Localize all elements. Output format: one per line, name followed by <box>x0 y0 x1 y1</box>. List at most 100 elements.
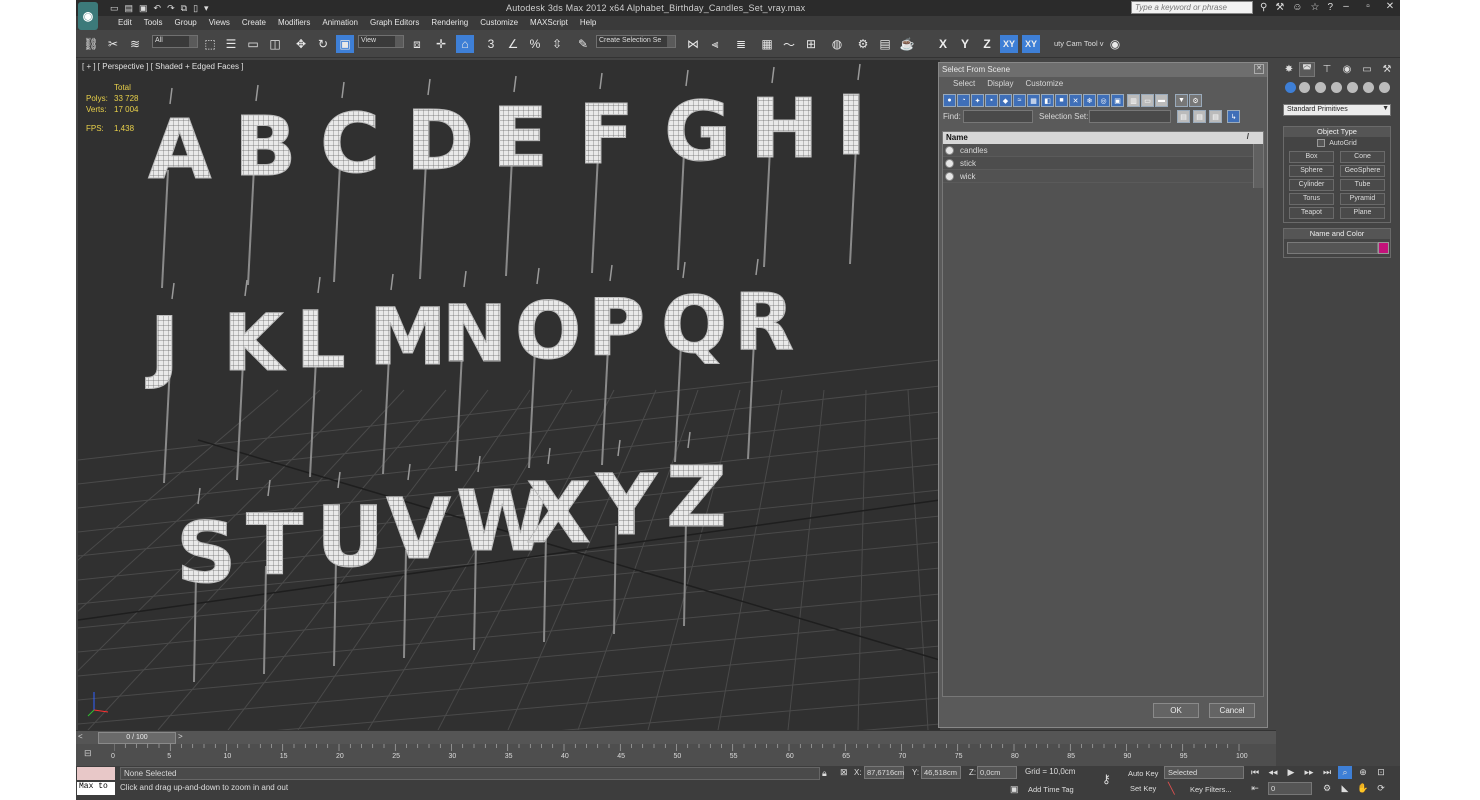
dialog-close-icon[interactable]: ✕ <box>1254 64 1264 74</box>
object-type-header[interactable]: Object Type <box>1284 127 1390 137</box>
minimize-button[interactable]: – <box>1334 1 1358 14</box>
time-prev-icon[interactable]: < <box>78 732 83 741</box>
selection-set-remove-icon[interactable]: ▤ <box>1193 110 1206 123</box>
shapes-icon[interactable] <box>1299 82 1310 93</box>
binoculars-icon[interactable]: ⚲ <box>1260 2 1267 13</box>
align-icon[interactable]: ⫷ <box>706 35 724 53</box>
systems-icon[interactable] <box>1379 82 1390 93</box>
display-lights-icon[interactable]: ✦ <box>971 94 984 107</box>
keyboard-shortcut-override-icon[interactable]: ⌂ <box>456 35 474 53</box>
geosphere-button[interactable]: GeoSphere <box>1340 165 1385 177</box>
percent-snap-icon[interactable]: % <box>526 35 544 53</box>
y-coord-input[interactable]: 46,518cm <box>921 766 961 779</box>
rotate-icon[interactable]: ↻ <box>314 35 332 53</box>
autogrid-checkbox[interactable]: AutoGrid <box>1284 137 1390 149</box>
tube-button[interactable]: Tube <box>1340 179 1385 191</box>
go-to-end-icon[interactable]: ⏭ <box>1320 766 1334 779</box>
beauty-cam-tool-label[interactable]: uty Cam Tool v <box>1054 39 1103 48</box>
previous-frame-icon[interactable]: ◂◂ <box>1266 766 1280 779</box>
selection-set-edit-icon[interactable]: ▤ <box>1209 110 1222 123</box>
zoom-extents-icon[interactable]: ⊡ <box>1374 766 1388 779</box>
selection-filter-select[interactable]: All <box>152 35 198 48</box>
named-selection-set-select[interactable]: Create Selection Se <box>596 35 676 48</box>
next-frame-icon[interactable]: ▸▸ <box>1302 766 1316 779</box>
window-crossing-icon[interactable]: ◫ <box>266 35 284 53</box>
pan-icon[interactable]: ✋ <box>1356 782 1370 795</box>
fetch-icon[interactable]: ▯ <box>193 3 198 14</box>
tools-icon[interactable]: ⚒ <box>1275 2 1284 13</box>
menu-tools[interactable]: Tools <box>138 16 169 30</box>
menu-animation[interactable]: Animation <box>316 16 364 30</box>
time-tag-icon[interactable]: ▣ <box>1010 784 1019 795</box>
time-slider[interactable]: 0 / 100 <box>98 732 176 744</box>
absolute-mode-icon[interactable]: ⊠ <box>840 767 848 778</box>
current-frame-input[interactable]: 0 <box>1268 782 1312 795</box>
sphere-button[interactable]: Sphere <box>1289 165 1334 177</box>
ok-button[interactable]: OK <box>1153 703 1199 718</box>
display-cameras-icon[interactable]: ▪ <box>985 94 998 107</box>
cameras-icon[interactable] <box>1331 82 1342 93</box>
teapot-button[interactable]: Teapot <box>1289 207 1334 219</box>
camera-tool-icon[interactable]: ◉ <box>1106 35 1124 53</box>
select-object-icon[interactable]: ⬚ <box>201 35 219 53</box>
selection-set-select[interactable] <box>1089 110 1171 123</box>
list-item[interactable]: candles <box>943 144 1263 157</box>
space-warps-icon[interactable] <box>1363 82 1374 93</box>
lights-icon[interactable] <box>1315 82 1326 93</box>
track-bar-menu-icon[interactable]: ⊟ <box>84 748 92 759</box>
key-filter-icon[interactable]: ╲ <box>1168 782 1175 795</box>
add-time-tag-button[interactable]: Add Time Tag <box>1028 785 1074 797</box>
list-item[interactable]: stick <box>943 157 1263 170</box>
track-bar[interactable]: ⊟ 0 5 10 15 20 25 30 35 40 45 50 55 60 65 70 75 80 85 90 95… <box>76 744 1276 766</box>
pivot-center-icon[interactable]: ⧈ <box>408 35 426 53</box>
select-all-icon[interactable]: ▥ <box>1127 94 1140 107</box>
key-mode-toggle-icon[interactable]: ⇤ <box>1248 782 1262 795</box>
layer-manager-icon[interactable]: ≣ <box>732 35 750 53</box>
display-containers-icon[interactable]: ✕ <box>1069 94 1082 107</box>
time-next-icon[interactable]: > <box>178 732 183 741</box>
hold-icon[interactable]: ⧉ <box>181 3 187 14</box>
mirror-icon[interactable]: ⋈ <box>684 35 702 53</box>
orbit-icon[interactable]: ⟳ <box>1374 782 1388 795</box>
select-none-icon[interactable]: ▭ <box>1141 94 1154 107</box>
display-bones-icon[interactable]: ■ <box>1055 94 1068 107</box>
name-and-color-header[interactable]: Name and Color <box>1284 229 1390 239</box>
display-tab-icon[interactable]: ▭ <box>1359 62 1375 77</box>
display-groups-icon[interactable]: ▦ <box>1027 94 1040 107</box>
helpers-icon[interactable] <box>1347 82 1358 93</box>
display-frozen-icon[interactable]: ❄ <box>1083 94 1096 107</box>
key-filters-button[interactable]: Key Filters... <box>1190 785 1232 797</box>
filter-icon[interactable]: ▼ <box>1175 94 1188 107</box>
display-geometry-icon[interactable]: ● <box>943 94 956 107</box>
select-invert-icon[interactable]: ▬ <box>1155 94 1168 107</box>
select-manipulate-icon[interactable]: ✛ <box>432 35 450 53</box>
lock-selection-icon[interactable]: 🔒︎ <box>822 768 827 779</box>
rendered-frame-icon[interactable]: ▤ <box>876 35 894 53</box>
list-scrollbar[interactable] <box>1253 144 1263 188</box>
bind-space-warp-icon[interactable]: ≋ <box>126 35 144 53</box>
axis-z-button[interactable]: Z <box>978 35 996 53</box>
menu-help[interactable]: Help <box>574 16 602 30</box>
spinner-snap-icon[interactable]: ⇳ <box>548 35 566 53</box>
set-key-icon[interactable]: ⚷ <box>1102 772 1111 786</box>
viewport-label[interactable]: [ + ] [ Perspective ] [ Shaded + Edged F… <box>82 62 243 71</box>
menu-customize[interactable]: Customize <box>474 16 524 30</box>
display-shapes-icon[interactable]: ◔ <box>957 94 970 107</box>
display-xrefs-icon[interactable]: ◧ <box>1041 94 1054 107</box>
select-link-icon[interactable]: ⛓ <box>82 35 100 53</box>
auto-key-button[interactable]: Auto Key <box>1128 769 1158 781</box>
app-logo-icon[interactable]: ◉ <box>78 2 98 30</box>
display-all-icon[interactable]: ▣ <box>1111 94 1124 107</box>
object-color-swatch[interactable] <box>1378 242 1389 254</box>
select-by-name-icon[interactable]: ☰ <box>222 35 240 53</box>
key-mode-select[interactable]: Selected <box>1164 766 1244 779</box>
menu-views[interactable]: Views <box>203 16 236 30</box>
dialog-menu-display[interactable]: Display <box>981 77 1019 91</box>
perspective-viewport[interactable]: [ + ] [ Perspective ] [ Shaded + Edged F… <box>78 60 940 730</box>
redo-icon[interactable]: ↷ <box>167 3 175 14</box>
primitive-category-select[interactable]: Standard Primitives <box>1283 104 1391 116</box>
menu-edit[interactable]: Edit <box>112 16 138 30</box>
search-input[interactable]: Type a keyword or phrase <box>1131 1 1253 14</box>
axis-x-button[interactable]: X <box>934 35 952 53</box>
menu-graph-editors[interactable]: Graph Editors <box>364 16 425 30</box>
